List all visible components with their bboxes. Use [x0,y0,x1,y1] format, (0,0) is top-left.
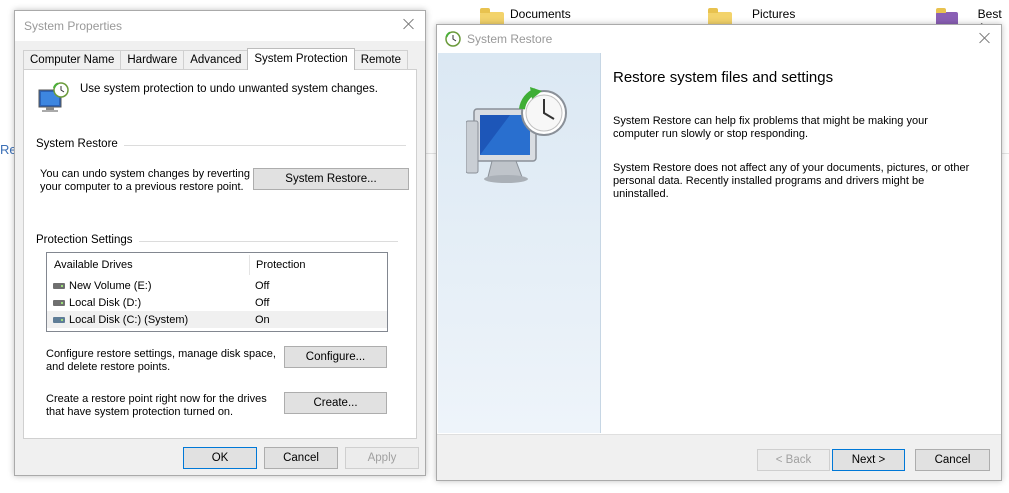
wizard-button-bar: < Back Next > Cancel [437,435,1001,480]
drives-list-header: Available Drives Protection [47,253,387,277]
drive-row-selected[interactable]: Local Disk (C:) (System) On [47,311,387,328]
dialog-button-bar: OK Cancel Apply [15,441,425,475]
drive-row[interactable]: New Volume (E:) Off [47,277,387,294]
system-drive-icon [53,316,65,323]
column-header-protection[interactable]: Protection [249,253,306,277]
drive-name-cell: Local Disk (C:) (System) [47,314,255,326]
protection-settings-group-title: Protection Settings [36,234,139,246]
drive-name: Local Disk (D:) [69,296,142,309]
folder-label: Documents [510,7,571,21]
column-header-available-drives[interactable]: Available Drives [47,253,249,277]
apply-button[interactable]: Apply [345,447,419,469]
drive-name: Local Disk (C:) (System) [69,313,189,326]
cancel-button[interactable]: Cancel [915,449,990,471]
wizard-side-panel [438,53,601,433]
window-title: System Properties [24,19,123,33]
tab-remote[interactable]: Remote [353,50,408,70]
system-protection-panel: Use system protection to undo unwanted s… [23,69,417,439]
next-button[interactable]: Next > [832,449,905,471]
drive-name-cell: Local Disk (D:) [47,297,255,309]
wizard-heading: Restore system files and settings [613,69,834,86]
cancel-button[interactable]: Cancel [264,447,338,469]
system-restore-dialog: System Restore Restore system files and … [436,24,1002,481]
folder-label: Pictures [752,7,796,21]
close-icon[interactable] [399,15,419,35]
title-bar[interactable]: System Properties [15,11,425,41]
wizard-paragraph-2: System Restore does not affect any of yo… [613,162,970,200]
title-bar[interactable]: System Restore [437,25,1001,53]
system-properties-dialog: System Properties Computer Name Hardware… [14,10,426,476]
drive-protection-status: Off [255,279,270,292]
wizard-paragraph-1: System Restore can help fix problems tha… [613,115,928,140]
drive-icon [53,299,65,306]
tab-strip: Computer Name Hardware Advanced System P… [23,48,408,70]
drive-name-cell: New Volume (E:) [47,280,255,292]
drives-list[interactable]: Available Drives Protection New Volume (… [46,252,388,332]
window-title: System Restore [467,32,553,46]
system-restore-icon [445,31,461,47]
back-button[interactable]: < Back [757,449,830,471]
system-restore-button[interactable]: System Restore... [253,168,409,190]
drive-protection-status: Off [255,296,270,309]
drive-icon [53,282,65,289]
system-restore-description: You can undo system changes by reverting… [40,168,250,193]
intro-text: Use system protection to undo unwanted s… [80,83,378,95]
column-separator [249,255,250,275]
restore-computer-clock-icon [466,87,567,183]
system-protection-icon [38,82,69,112]
create-description: Create a restore point right now for the… [46,393,267,418]
tab-advanced[interactable]: Advanced [183,50,249,70]
tab-system-protection[interactable]: System Protection [247,48,355,70]
create-button[interactable]: Create... [284,392,387,414]
tab-hardware[interactable]: Hardware [120,50,185,70]
ok-button[interactable]: OK [183,447,257,469]
tab-computer-name[interactable]: Computer Name [23,50,122,70]
drive-protection-status: On [255,313,270,326]
configure-button[interactable]: Configure... [284,346,387,368]
close-icon[interactable] [975,29,995,49]
drive-row[interactable]: Local Disk (D:) Off [47,294,387,311]
drive-name: New Volume (E:) [69,279,152,292]
configure-description: Configure restore settings, manage disk … [46,348,276,373]
system-restore-group-title: System Restore [36,138,124,150]
